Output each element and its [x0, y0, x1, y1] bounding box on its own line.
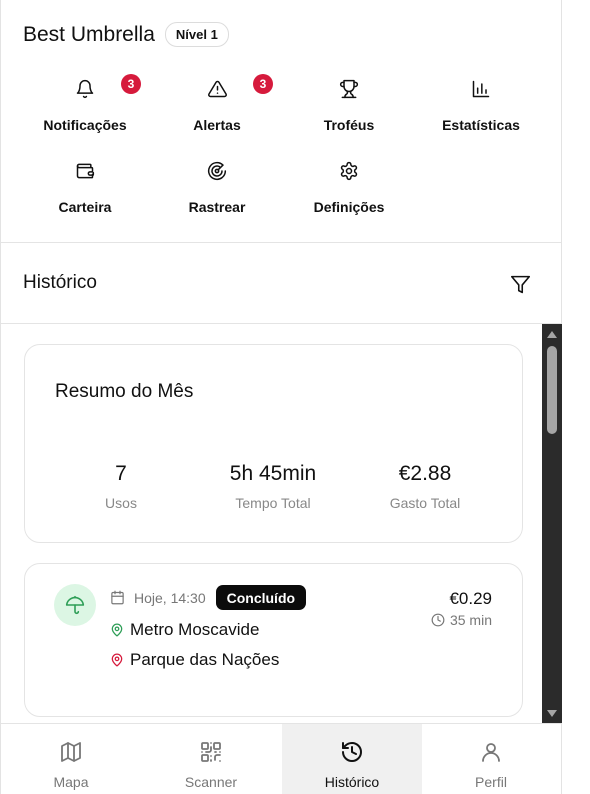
nav-profile[interactable]: Perfil	[421, 724, 561, 794]
notifications-button[interactable]: 3 Notificações	[19, 74, 151, 138]
nav-history[interactable]: Histórico	[282, 724, 422, 794]
summary-title: Resumo do Mês	[55, 381, 194, 402]
gear-icon	[338, 160, 360, 182]
stat-label: Gasto Total	[389, 495, 461, 511]
title-row: Best Umbrella Nível 1	[23, 22, 229, 47]
trip-meta: Hoje, 14:30 Concluído	[110, 585, 307, 610]
scroll-down-arrow-icon[interactable]	[542, 705, 562, 721]
statistics-label: Estatísticas	[442, 117, 520, 133]
wallet-label: Carteira	[58, 199, 112, 215]
destination-pin-icon	[110, 652, 124, 668]
bottom-navigation: Mapa Scanner Histórico Perfil	[1, 723, 561, 794]
nav-label: Scanner	[184, 774, 238, 790]
origin-pin-icon	[110, 622, 124, 638]
umbrella-icon	[65, 595, 85, 615]
trip-origin: Metro Moscavide	[110, 620, 259, 640]
stat-value: 7	[115, 462, 127, 485]
notifications-count-badge: 3	[121, 74, 141, 94]
nav-map[interactable]: Mapa	[1, 724, 141, 794]
level-badge: Nível 1	[164, 22, 229, 47]
track-button[interactable]: Rastrear	[151, 160, 283, 220]
alerts-count-badge: 3	[253, 74, 273, 94]
alerts-button[interactable]: 3 Alertas	[151, 74, 283, 138]
stat-value: 5h 45min	[229, 462, 317, 485]
warning-icon	[206, 78, 228, 100]
scroll-up-arrow-icon[interactable]	[542, 326, 562, 342]
filter-icon	[510, 275, 530, 293]
stat-total-spent: €2.88 Gasto Total	[350, 462, 500, 511]
monthly-summary-card: Resumo do Mês 7 Usos 5h 45min Tempo Tota…	[24, 344, 523, 543]
umbrella-avatar	[54, 584, 96, 626]
history-icon	[340, 740, 364, 764]
status-badge: Concluído	[215, 585, 307, 610]
stat-label: Tempo Total	[235, 495, 311, 511]
settings-button[interactable]: Definições	[283, 160, 415, 220]
nav-label: Histórico	[324, 774, 380, 790]
scrollbar-thumb[interactable]	[547, 346, 557, 434]
duration-value: 35 min	[449, 612, 492, 628]
trip-destination: Parque das Nações	[110, 650, 279, 670]
radar-icon	[206, 160, 228, 182]
filter-button[interactable]	[507, 271, 533, 297]
history-title: Histórico	[23, 272, 97, 293]
clock-icon	[431, 613, 445, 627]
app-window: Best Umbrella Nível 1 3 Notificações 3 A…	[0, 0, 562, 794]
track-label: Rastrear	[188, 199, 246, 215]
notifications-label: Notificações	[43, 117, 127, 133]
stat-label: Usos	[105, 495, 137, 511]
trophy-icon	[338, 78, 360, 100]
destination-label: Parque das Nações	[130, 650, 280, 669]
origin-label: Metro Moscavide	[130, 620, 260, 639]
nav-label: Perfil	[475, 774, 507, 790]
wallet-button[interactable]: Carteira	[19, 160, 151, 220]
bell-icon	[74, 78, 96, 100]
map-icon	[59, 740, 83, 764]
history-section-bar: Histórico	[1, 243, 561, 324]
qr-code-icon	[199, 740, 223, 764]
trip-date: Hoje, 14:30	[134, 589, 206, 606]
nav-label: Mapa	[53, 774, 89, 790]
stat-value: €2.88	[398, 462, 452, 485]
stat-total-time: 5h 45min Tempo Total	[198, 462, 348, 511]
trophies-label: Troféus	[323, 117, 375, 133]
stat-uses: 7 Usos	[46, 462, 196, 511]
trophies-button[interactable]: Troféus	[283, 78, 415, 138]
trip-duration: 35 min	[431, 612, 492, 628]
scrollbar[interactable]	[542, 324, 562, 723]
nav-scanner[interactable]: Scanner	[141, 724, 281, 794]
calendar-icon	[111, 590, 124, 605]
settings-label: Definições	[313, 199, 385, 215]
trip-price: €0.29	[449, 589, 492, 608]
trip-card[interactable]: Hoje, 14:30 Concluído Metro Moscavide Pa…	[24, 563, 523, 717]
statistics-button[interactable]: Estatísticas	[415, 78, 547, 138]
alerts-label: Alertas	[193, 117, 241, 133]
page-title: Best Umbrella	[23, 22, 155, 46]
user-icon	[479, 740, 503, 764]
bar-chart-icon	[470, 78, 492, 100]
history-scroll-area: Resumo do Mês 7 Usos 5h 45min Tempo Tota…	[1, 324, 561, 724]
profile-header: Best Umbrella Nível 1 3 Notificações 3 A…	[1, 0, 561, 243]
wallet-icon	[74, 160, 96, 182]
